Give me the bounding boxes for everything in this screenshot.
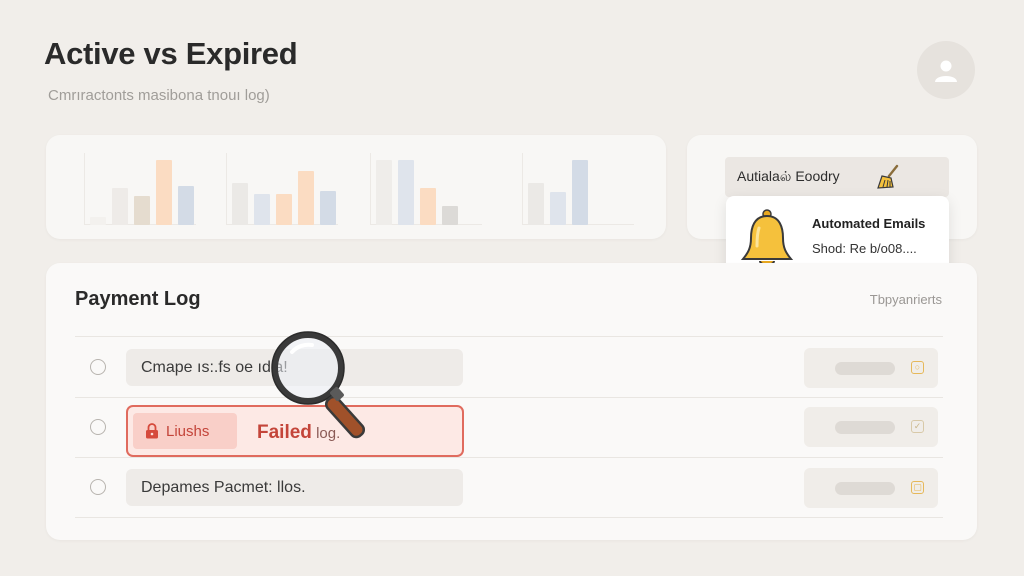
check-icon: ✓: [911, 420, 924, 433]
row-action-button[interactable]: ▢: [804, 468, 938, 508]
charts-card: [46, 135, 666, 239]
edit-icon: ▢: [911, 481, 924, 494]
page-subtitle: Cmrıractonts masibona tnouı log): [48, 87, 270, 104]
failed-chip-label: Liushs: [166, 422, 210, 440]
notification-subtitle: Shod: Re b/o08....: [812, 241, 917, 256]
chart-bar: [178, 186, 194, 225]
page-title: Active vs Expired: [44, 36, 298, 71]
row-action-button[interactable]: ○: [804, 348, 938, 388]
row-action-button[interactable]: ✓: [804, 407, 938, 447]
divider: [75, 517, 943, 518]
row-label: Depames Pacmet: llos.: [126, 469, 463, 506]
chart-bar: [320, 191, 336, 225]
chart-bar: [276, 194, 292, 225]
user-icon: [935, 60, 957, 82]
payment-log-card: Payment Log Tbpyanrierts Cmape ıs:.fs oe…: [46, 263, 977, 540]
chart-bar: [134, 196, 150, 225]
magnifier-icon: [271, 331, 366, 439]
chart-bar: [112, 188, 128, 225]
action-pill: [835, 482, 895, 495]
lock-icon: [146, 423, 158, 439]
chart-bar: [156, 160, 172, 225]
mini-chart: [522, 153, 634, 225]
radio-icon[interactable]: [90, 479, 106, 495]
notification-title: Automated Emails: [812, 216, 926, 231]
dropdown-label: Autialaல் Eoodry: [737, 167, 840, 184]
chart-bar: [550, 192, 566, 225]
broom-icon[interactable]: [873, 163, 901, 191]
action-pill: [835, 362, 895, 375]
chart-bar: [232, 183, 248, 225]
failed-status-chip: Liushs: [133, 413, 237, 449]
bell-icon: [740, 209, 794, 266]
chart-bar: [572, 160, 588, 225]
chart-bar: [528, 183, 544, 225]
chart-bar: [90, 217, 106, 225]
mini-chart: [226, 153, 338, 225]
chart-bar: [298, 171, 314, 225]
avatar[interactable]: [917, 41, 975, 99]
action-pill: [835, 421, 895, 434]
table-row[interactable]: Depames Pacmet: llos. ▢: [75, 458, 943, 516]
mini-chart: [84, 153, 196, 225]
chart-bar: [254, 194, 270, 225]
mini-chart: [370, 153, 482, 225]
edit-icon: ○: [911, 361, 924, 374]
table-row[interactable]: Cmape ıs:.fs oe ıdla! ○: [75, 338, 943, 396]
payment-log-title: Payment Log: [75, 288, 201, 310]
radio-icon[interactable]: [90, 419, 106, 435]
chart-bar: [420, 188, 436, 225]
chart-bar: [398, 160, 414, 225]
category-dropdown[interactable]: Autialaல் Eoodry: [725, 157, 949, 197]
radio-icon[interactable]: [90, 359, 106, 375]
table-row-failed[interactable]: Liushs Failed log. ✓: [75, 397, 943, 457]
chart-bar: [442, 206, 458, 225]
payment-log-meta[interactable]: Tbpyanrierts: [870, 292, 942, 307]
divider: [75, 336, 943, 337]
chart-bar: [376, 160, 392, 225]
